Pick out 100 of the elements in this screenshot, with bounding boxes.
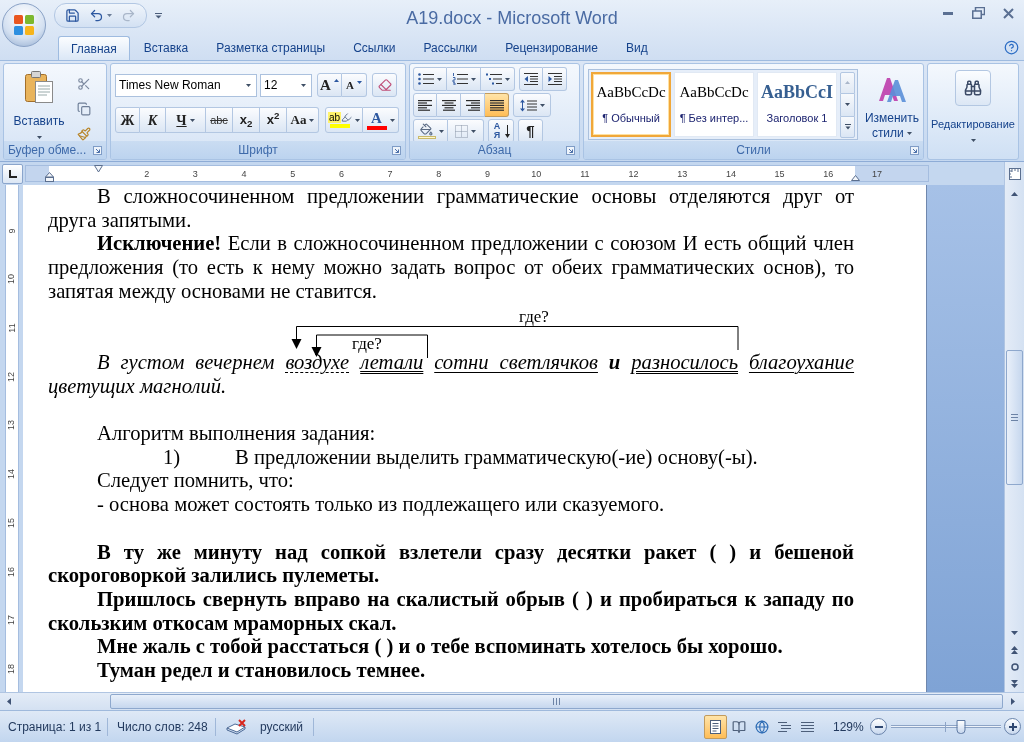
multilevel-list-button[interactable] xyxy=(481,67,515,91)
zoom-slider-thumb[interactable] xyxy=(956,719,966,734)
highlight-button[interactable]: ab xyxy=(325,107,363,133)
decrease-indent-button[interactable] xyxy=(519,67,543,91)
scrollbar-thumb[interactable] xyxy=(110,694,1003,709)
scrollbar-thumb[interactable] xyxy=(1006,350,1023,485)
bracket-label: где? xyxy=(519,307,549,325)
launcher-icon[interactable] xyxy=(93,145,102,155)
sort-button[interactable]: АЯ xyxy=(488,119,514,143)
clear-formatting-button[interactable] xyxy=(372,73,397,97)
caret-icon xyxy=(301,83,306,87)
bullets-button[interactable] xyxy=(413,67,447,91)
right-indent-marker[interactable] xyxy=(850,175,860,181)
align-left-button[interactable] xyxy=(413,93,437,117)
group-label: Шрифт xyxy=(237,142,279,159)
ruler-number: 14 xyxy=(6,469,17,480)
ribbon-tab[interactable]: Рассылки xyxy=(409,36,492,60)
multilevel-list-icon xyxy=(485,73,502,85)
align-center-button[interactable] xyxy=(437,93,461,117)
launcher-icon[interactable] xyxy=(910,145,919,155)
ribbon-tab[interactable]: Главная xyxy=(58,36,130,60)
ruler-number: 15 xyxy=(6,517,17,528)
caret-icon xyxy=(471,129,476,133)
paste-button[interactable]: Вставить xyxy=(10,67,68,142)
ruler-number: 4 xyxy=(241,168,247,179)
strikethrough-button[interactable]: abc xyxy=(206,107,233,133)
restore-icon xyxy=(971,7,985,19)
subscript-button[interactable]: x$_{2}$ xyxy=(233,107,260,133)
launcher-icon[interactable] xyxy=(566,145,575,155)
zoom-in-button[interactable] xyxy=(1004,718,1021,735)
style-item[interactable]: AaBbCcI Заголовок 1 xyxy=(757,72,837,137)
left-indent-marker[interactable] xyxy=(44,172,54,182)
ruler-number: 9 xyxy=(6,228,17,234)
line-spacing-icon xyxy=(519,98,537,112)
page-layout-icon xyxy=(709,719,722,734)
style-item[interactable]: AaBbCcDc ¶ Без интер... xyxy=(674,72,754,137)
paintbrush-icon xyxy=(77,127,91,141)
ribbon-tab[interactable]: Вид xyxy=(611,36,662,60)
language-label: русский xyxy=(260,717,315,736)
group-label: Стили xyxy=(735,142,772,159)
zoom-slider[interactable] xyxy=(891,718,1001,735)
tab-selector-button[interactable] xyxy=(2,163,23,184)
ribbon-tab[interactable]: Рецензирование xyxy=(491,36,612,60)
show-marks-button[interactable]: ¶ xyxy=(518,119,543,143)
caret-icon xyxy=(189,118,195,122)
change-case-button[interactable]: Aa xyxy=(287,107,319,133)
caret-icon xyxy=(970,138,976,142)
zoom-out-button[interactable] xyxy=(870,718,887,735)
numbering-button[interactable] xyxy=(447,67,481,91)
underline-button[interactable]: Ч xyxy=(166,107,206,133)
grow-font-button[interactable]: A xyxy=(317,73,342,97)
ribbon-tab[interactable]: Вставка xyxy=(129,36,203,60)
bold-button[interactable]: Ж xyxy=(115,107,140,133)
caret-icon xyxy=(246,83,251,87)
align-justify-icon xyxy=(489,99,504,111)
align-right-button[interactable] xyxy=(461,93,485,117)
caret-icon xyxy=(309,118,315,122)
align-left-icon xyxy=(418,99,432,111)
font-color-button[interactable]: A xyxy=(363,107,399,133)
print-layout-button[interactable] xyxy=(704,714,727,739)
color-bar-icon xyxy=(366,125,387,130)
text-line: Алгоритм выполнения задания: xyxy=(96,422,377,446)
exercise-sentence: Туман редел и становилось темнее. xyxy=(96,659,427,683)
numbered-list-icon xyxy=(451,73,468,85)
editing-button[interactable]: Редактирование xyxy=(927,63,1019,160)
style-item[interactable]: AaBbCcDc ¶ Обычный xyxy=(591,72,671,137)
globe-icon xyxy=(754,719,769,734)
font-name-combobox[interactable]: Times New Roman xyxy=(115,73,257,97)
office-logo-icon xyxy=(13,14,35,36)
undo-icon xyxy=(89,8,104,23)
tab-stop-icon xyxy=(8,169,17,178)
ribbon-tab[interactable]: Разметка страницы xyxy=(202,36,340,60)
change-styles-button[interactable]: Изменить стили xyxy=(862,69,922,145)
shrink-font-button[interactable]: A xyxy=(342,73,367,97)
list-item-text: В предложении выделить грамматическую(-ие) основу(-ы). xyxy=(235,445,758,470)
help-icon[interactable] xyxy=(1004,40,1019,55)
arrow-up-icon xyxy=(1011,191,1018,196)
ruler-number: 8 xyxy=(436,168,442,179)
ruler-number: 11 xyxy=(580,168,590,179)
font-size-combobox[interactable]: 12 xyxy=(260,73,312,97)
line-spacing-button[interactable] xyxy=(513,93,551,117)
caret-icon xyxy=(355,118,361,122)
increase-indent-button[interactable] xyxy=(543,67,567,91)
arrow-left-icon xyxy=(6,698,11,705)
bulleted-list-icon xyxy=(418,73,434,85)
circle-icon xyxy=(1010,662,1019,671)
decrease-indent-icon xyxy=(524,73,538,85)
justify-button[interactable] xyxy=(485,93,509,117)
first-line-indent-marker[interactable] xyxy=(93,165,103,173)
text-line: Следует помнить, что: xyxy=(96,469,295,494)
italic-button[interactable]: К xyxy=(140,107,166,133)
gallery-more-button[interactable] xyxy=(840,115,855,138)
exercise-sentence: Пришлось свернуть вправо на скалистый обрыв ( ) и пробираться к западу по скользким откосам мраморных скал. xyxy=(48,587,854,636)
ribbon-tab[interactable]: Ссылки xyxy=(339,36,410,60)
shading-button[interactable] xyxy=(413,119,448,143)
save-icon xyxy=(65,8,80,23)
caret-up-icon xyxy=(845,81,850,84)
launcher-icon[interactable] xyxy=(392,145,401,155)
ruler-number: 3 xyxy=(192,168,198,179)
superscript-button[interactable]: x$^{2}$ xyxy=(260,107,287,133)
